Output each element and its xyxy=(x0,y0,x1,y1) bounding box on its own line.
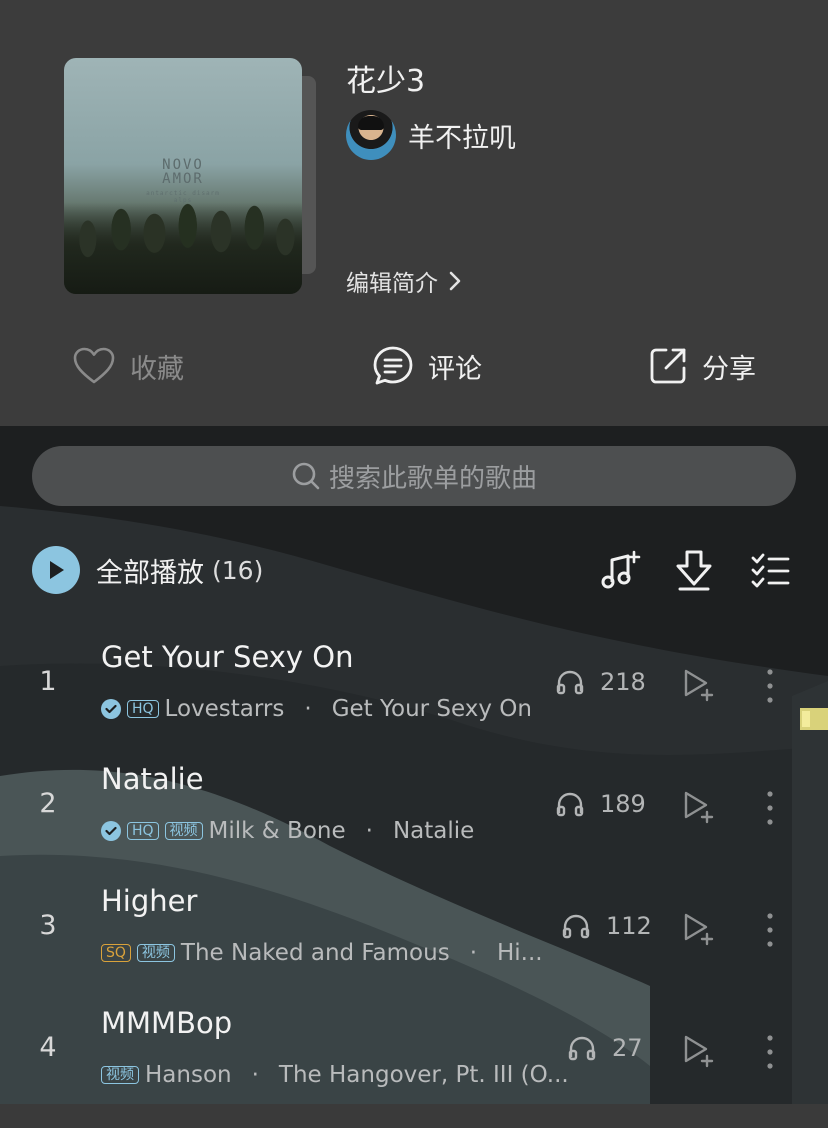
search-bar[interactable]: 搜索此歌单的歌曲 xyxy=(32,446,796,506)
song-meta: 视频 Hanson · The Hangover, Pt. III (O... xyxy=(101,1060,569,1090)
more-options-icon[interactable] xyxy=(760,910,780,950)
play-all-button[interactable]: 全部播放 (16) xyxy=(32,546,263,594)
play-count-value: 112 xyxy=(606,912,652,940)
more-options-icon[interactable] xyxy=(760,1032,780,1072)
comment-label: 评论 xyxy=(428,353,482,385)
creator-avatar[interactable] xyxy=(346,110,396,160)
play-count: 218 xyxy=(556,668,646,696)
song-album: Hi... xyxy=(497,940,543,966)
song-meta: HQ Lovestarrs · Get Your Sexy On xyxy=(101,694,532,724)
song-artist: Hanson xyxy=(145,1062,232,1088)
meta-separator: · xyxy=(251,1062,259,1088)
add-music-icon[interactable] xyxy=(598,548,642,592)
cover-tree-line xyxy=(64,202,302,294)
song-title: MMMBop xyxy=(101,1006,233,1040)
song-title: Get Your Sexy On xyxy=(101,640,354,674)
play-count-value: 189 xyxy=(600,790,646,818)
more-options-icon[interactable] xyxy=(760,788,780,828)
more-options-icon[interactable] xyxy=(760,666,780,706)
comment-icon xyxy=(373,346,413,385)
song-row[interactable]: 4 MMMBop 视频 Hanson · The Hangover, Pt. I… xyxy=(0,1006,828,1128)
playlist-cover[interactable]: NOVO AMOR antarctic disarm alps xyxy=(64,58,302,294)
video-badge[interactable]: 视频 xyxy=(164,822,203,840)
favorite-label: 收藏 xyxy=(130,353,184,385)
play-count-value: 27 xyxy=(612,1034,643,1062)
multi-select-icon[interactable] xyxy=(750,548,794,592)
playlist-title[interactable]: 花少3 xyxy=(346,56,425,100)
song-title: Natalie xyxy=(101,762,204,796)
meta-separator: · xyxy=(304,696,312,722)
share-label: 分享 xyxy=(702,353,756,385)
verified-check-icon xyxy=(101,699,121,719)
quality-badge: HQ xyxy=(127,822,159,840)
song-artist: Milk & Bone xyxy=(208,818,346,844)
quality-badge: HQ xyxy=(127,700,159,718)
song-artist: Lovestarrs xyxy=(164,696,285,722)
search-placeholder: 搜索此歌单的歌曲 xyxy=(328,463,537,494)
song-album: The Hangover, Pt. III (O... xyxy=(278,1062,569,1088)
song-album: Get Your Sexy On xyxy=(331,696,532,722)
share-icon xyxy=(650,348,686,384)
headphones-icon xyxy=(562,914,590,939)
video-badge[interactable]: 视频 xyxy=(136,944,175,962)
add-to-next-icon[interactable] xyxy=(682,1034,716,1068)
cover-brand-text: NOVO AMOR xyxy=(162,157,204,187)
meta-separator: · xyxy=(469,940,477,966)
quality-badge: SQ xyxy=(101,944,131,962)
song-album: Natalie xyxy=(392,818,475,844)
add-to-next-icon[interactable] xyxy=(682,668,716,702)
play-count: 112 xyxy=(562,912,652,940)
song-meta: HQ 视频 Milk & Bone · Natalie xyxy=(101,816,474,846)
headphones-icon xyxy=(556,670,584,695)
add-to-next-icon[interactable] xyxy=(682,790,716,824)
verified-check-icon xyxy=(101,821,121,841)
song-index: 3 xyxy=(39,910,57,941)
search-icon xyxy=(292,462,320,490)
playlist-header: NOVO AMOR antarctic disarm alps 花少3 羊不拉叽… xyxy=(0,0,828,426)
play-all-label: 全部播放 xyxy=(96,557,204,589)
edit-intro-link[interactable]: 编辑简介 xyxy=(346,264,462,298)
song-meta: SQ 视频 The Naked and Famous · Hi... xyxy=(101,938,543,968)
song-row[interactable]: 1 Get Your Sexy On HQ Lovestarrs · Get Y… xyxy=(0,640,828,762)
edit-intro-label: 编辑简介 xyxy=(346,271,438,297)
song-index: 1 xyxy=(39,666,57,697)
song-artist: The Naked and Famous xyxy=(180,940,450,966)
video-badge[interactable]: 视频 xyxy=(101,1066,139,1084)
comment-button[interactable]: 评论 xyxy=(372,338,482,394)
creator-info[interactable]: 羊不拉叽 xyxy=(346,110,516,160)
headphones-icon xyxy=(568,1036,596,1061)
creator-name[interactable]: 羊不拉叽 xyxy=(408,116,516,155)
download-icon[interactable] xyxy=(672,548,716,592)
play-count-value: 218 xyxy=(600,668,646,696)
heart-icon xyxy=(73,347,115,384)
song-row[interactable]: 2 Natalie HQ 视频 Milk & Bone · Natalie 18… xyxy=(0,762,828,884)
song-index: 4 xyxy=(39,1032,57,1063)
meta-separator: · xyxy=(365,818,373,844)
song-index: 2 xyxy=(39,788,57,819)
favorite-button[interactable]: 收藏 xyxy=(72,338,184,394)
play-all-count: (16) xyxy=(212,555,264,585)
add-to-next-icon[interactable] xyxy=(682,912,716,946)
play-icon xyxy=(32,546,80,594)
share-button[interactable]: 分享 xyxy=(648,338,756,394)
headphones-icon xyxy=(556,792,584,817)
play-count: 27 xyxy=(568,1034,643,1062)
song-row[interactable]: 3 Higher SQ 视频 The Naked and Famous · Hi… xyxy=(0,884,828,1006)
song-title: Higher xyxy=(101,884,198,918)
play-count: 189 xyxy=(556,790,646,818)
chevron-right-icon xyxy=(449,271,461,291)
